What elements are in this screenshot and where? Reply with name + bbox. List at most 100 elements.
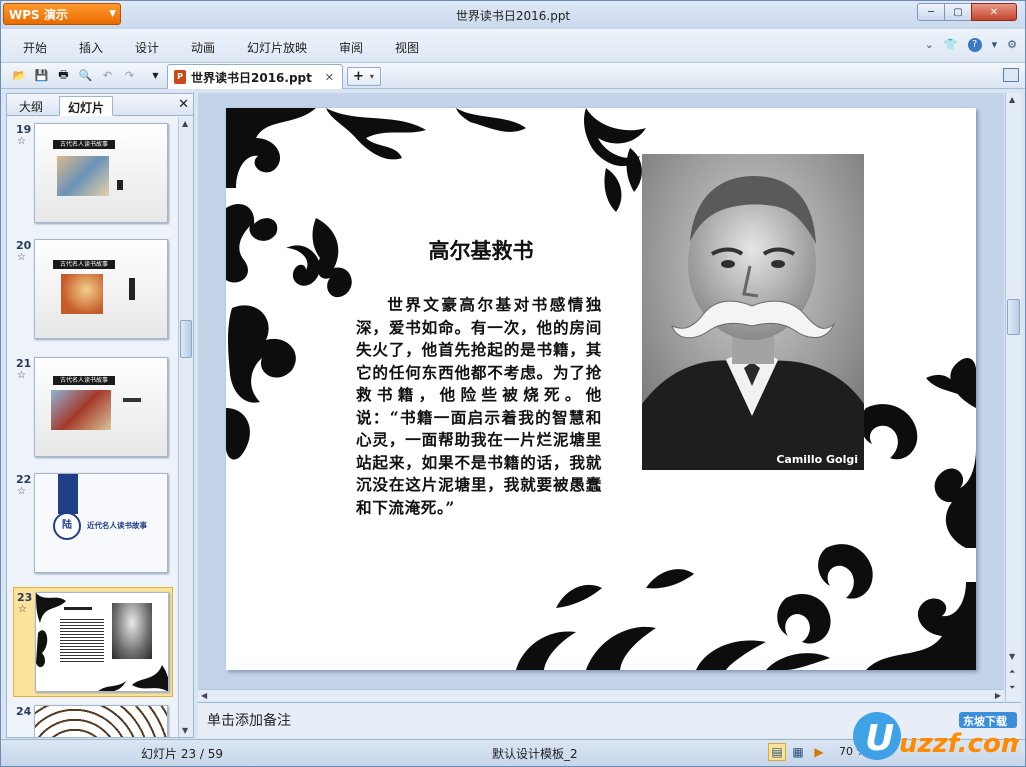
new-tab-button[interactable]: + ▾ <box>347 67 381 86</box>
tab-outline[interactable]: 大纲 <box>11 96 51 116</box>
skin-shirt-icon[interactable]: 👕 <box>944 38 958 52</box>
thumbnail-portrait <box>112 603 152 659</box>
portrait-caption: Camillo Golgi <box>776 453 858 466</box>
thumbnail-number: 19 <box>16 123 32 136</box>
notes-placeholder[interactable]: 单击添加备注 <box>207 710 291 730</box>
thumbnail-banner <box>58 474 78 514</box>
ribbon-collapse-icon[interactable]: ⌄ <box>925 38 934 52</box>
slide-canvas[interactable]: 高尔基救书 世界文豪高尔基对书感情独深，爱书如命。有一次，他的房间失火了，他首先… <box>226 108 976 670</box>
chevron-down-icon[interactable]: ▾ <box>370 72 374 81</box>
next-slide-icon[interactable]: ⏷ <box>1009 683 1015 693</box>
animation-star-icon: ☆ <box>17 136 26 147</box>
thumbnail-text-block <box>117 180 123 190</box>
document-tab[interactable]: P 世界读书日2016.ppt ✕ <box>167 64 343 89</box>
scrollbar-thumb[interactable] <box>1007 299 1020 335</box>
menu-slideshow[interactable]: 幻灯片放映 <box>247 39 307 56</box>
thumbnail-title: 古代名人读书故事 <box>53 260 115 269</box>
maximize-button[interactable]: ▢ <box>944 3 972 21</box>
thumbnail-title: 古代名人读书故事 <box>53 140 115 149</box>
thumbnail-slide-24[interactable]: 24 <box>7 705 175 737</box>
design-template-name: 默认设计模板_2 <box>492 747 578 761</box>
ppt-file-icon: P <box>174 70 186 84</box>
window-layout-icon[interactable] <box>1003 68 1019 82</box>
thumbnail-title: 古代名人读书故事 <box>53 376 115 385</box>
previous-slide-icon[interactable]: ⏶ <box>1009 667 1015 677</box>
scroll-up-icon[interactable]: ▲ <box>182 119 188 128</box>
scroll-left-icon[interactable]: ◀ <box>201 691 207 700</box>
open-folder-icon[interactable]: 📂 <box>11 67 28 84</box>
thumbnail-text-block <box>60 617 104 663</box>
print-icon[interactable]: 🖶 <box>55 67 72 84</box>
help-dropdown-icon[interactable]: ▾ <box>992 38 998 52</box>
customize-toolbar-icon[interactable]: ▼ <box>147 67 164 84</box>
thumbnail-number: 22 <box>16 473 32 486</box>
thumbnail-slide-22[interactable]: 22 ☆ 陆 近代名人读书故事 <box>7 473 175 577</box>
thumbnail-image <box>61 274 103 314</box>
thumbnail-badge: 陆 <box>53 512 81 540</box>
slide-count: 幻灯片 23 / 59 <box>141 747 224 761</box>
scroll-right-icon[interactable]: ▶ <box>995 691 1001 700</box>
thumbnail-slide-19[interactable]: 19 ☆ 古代名人读书故事 <box>7 123 175 227</box>
slide-body-text[interactable]: 世界文豪高尔基对书感情独深，爱书如命。有一次，他的房间失火了，他首先抢起的是书籍… <box>356 294 602 519</box>
vertical-scrollbar[interactable]: ▲ ▼ ⏶ ⏷ <box>1005 93 1021 701</box>
animation-star-icon: ☆ <box>18 604 27 615</box>
thumbnail-image <box>57 156 109 196</box>
thumbnail-text-block <box>123 398 141 402</box>
tab-slides[interactable]: 幻灯片 <box>59 96 114 116</box>
menu-animation[interactable]: 动画 <box>191 39 215 56</box>
undo-icon[interactable]: ↶ <box>99 67 116 84</box>
app-window: WPS 演示 ▼ 世界读书日2016.ppt ─ ▢ ✕ 开始 插入 设计 动画… <box>0 0 1026 767</box>
menu-insert[interactable]: 插入 <box>79 39 103 56</box>
site-watermark-logo: U uzzf.com 东坡下载 <box>849 706 1026 764</box>
normal-view-icon[interactable]: ▤ <box>768 743 786 761</box>
animation-star-icon: ☆ <box>17 252 26 263</box>
pane-tabs: 大纲 幻灯片 ✕ <box>7 94 193 116</box>
scroll-down-icon[interactable]: ▼ <box>182 726 188 735</box>
minimize-button[interactable]: ─ <box>917 3 945 21</box>
horizontal-scrollbar[interactable]: ◀ ▶ <box>198 689 1004 701</box>
thumbnail-slide-21[interactable]: 21 ☆ 古代名人读书故事 <box>7 357 175 461</box>
close-tab-icon[interactable]: ✕ <box>325 71 334 84</box>
thumbnail-slide-20[interactable]: 20 ☆ 古代名人读书故事 <box>7 239 175 343</box>
animation-star-icon: ☆ <box>17 370 26 381</box>
menu-home[interactable]: 开始 <box>23 39 47 56</box>
thumbnail-number: 23 <box>17 591 33 604</box>
print-preview-icon[interactable]: 🔍 <box>77 67 94 84</box>
portrait-drawing <box>642 154 864 470</box>
redo-icon[interactable]: ↷ <box>121 67 138 84</box>
quick-access-toolbar: 📂 💾 🖶 🔍 ↶ ↷ ▼ P 世界读书日2016.ppt ✕ + ▾ <box>1 63 1025 89</box>
settings-icon[interactable]: ⚙ <box>1007 38 1017 52</box>
thumbnail-scrollbar[interactable]: ▲ ▼ <box>178 117 193 737</box>
scrollbar-thumb[interactable] <box>180 320 192 358</box>
thumbnail-preview: 古代名人读书故事 <box>34 123 168 223</box>
thumbnail-preview: 陆 近代名人读书故事 <box>34 473 168 573</box>
thumbnail-slide-23[interactable]: 23 ☆ <box>13 587 173 697</box>
thumbnail-preview: 古代名人读书故事 <box>34 357 168 457</box>
slide-sorter-view-icon[interactable]: ▦ <box>789 743 807 761</box>
watermark-text: uzzf.com <box>899 729 1019 759</box>
menu-bar: 开始 插入 设计 动画 幻灯片放映 审阅 视图 ⌄ 👕 ? ▾ ⚙ <box>1 29 1025 63</box>
help-icon[interactable]: ? <box>967 38 982 52</box>
slide-portrait-image[interactable]: Camillo Golgi <box>642 154 864 470</box>
thumbnail-title: 近代名人读书故事 <box>87 521 147 530</box>
slide-title[interactable]: 高尔基救书 <box>376 235 586 265</box>
slideshow-view-icon[interactable]: ▶ <box>810 743 828 761</box>
scroll-down-icon[interactable]: ▼ <box>1009 652 1015 661</box>
save-icon[interactable]: 💾 <box>33 67 50 84</box>
thumbnail-number: 24 <box>16 705 32 718</box>
thumbnail-preview <box>35 592 169 692</box>
thumbnail-text-block <box>129 278 135 300</box>
menu-view[interactable]: 视图 <box>395 39 419 56</box>
menu-review[interactable]: 审阅 <box>339 39 363 56</box>
close-button[interactable]: ✕ <box>971 3 1017 21</box>
slide-editor: 高尔基救书 世界文豪高尔基对书感情独深，爱书如命。有一次，他的房间失火了，他首先… <box>198 93 1004 689</box>
document-tab-label: 世界读书日2016.ppt <box>191 70 312 85</box>
thumbnail-preview <box>34 705 168 737</box>
animation-star-icon: ☆ <box>17 486 26 497</box>
title-bar: WPS 演示 ▼ 世界读书日2016.ppt ─ ▢ ✕ <box>1 1 1025 29</box>
menu-design[interactable]: 设计 <box>135 39 159 56</box>
close-pane-icon[interactable]: ✕ <box>178 97 189 112</box>
menu-right-controls: ⌄ 👕 ? ▾ ⚙ <box>925 38 1017 52</box>
scroll-up-icon[interactable]: ▲ <box>1009 95 1015 104</box>
thumbnail-title-bar <box>64 607 92 610</box>
